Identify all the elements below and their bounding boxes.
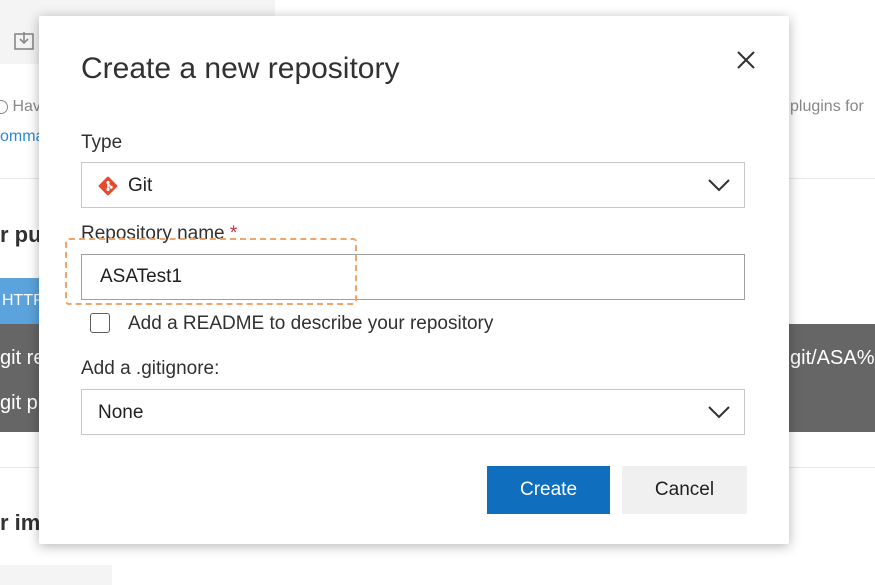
repository-name-label: Repository name *: [81, 223, 237, 245]
info-icon: [0, 99, 8, 114]
type-selected-value: Git: [128, 175, 153, 196]
gitignore-label: Add a .gitignore:: [81, 358, 220, 379]
background-heading-import: r im: [0, 510, 41, 535]
repository-name-input[interactable]: [81, 254, 745, 300]
chevron-down-icon: [708, 179, 730, 192]
required-marker: *: [229, 223, 238, 244]
close-button[interactable]: [732, 46, 760, 74]
close-icon: [737, 51, 755, 69]
readme-checkbox-label[interactable]: Add a README to describe your repository: [128, 313, 493, 335]
download-icon: [14, 32, 34, 50]
create-repository-dialog: Create a new repository Type Git Reposit…: [39, 16, 789, 544]
git-icon: [98, 176, 118, 196]
code-line: git/ASA%: [790, 347, 875, 369]
background-info-text: Hav: [0, 98, 41, 116]
create-button[interactable]: Create: [487, 466, 610, 514]
code-line: git re: [0, 347, 45, 369]
type-select[interactable]: Git: [81, 162, 745, 208]
chevron-down-icon: [708, 406, 730, 419]
readme-checkbox[interactable]: [90, 313, 110, 333]
background-bottom-box: [0, 565, 112, 585]
https-tab[interactable]: HTTP: [0, 278, 44, 324]
cancel-button[interactable]: Cancel: [622, 466, 747, 514]
type-label: Type: [81, 132, 123, 153]
repository-name-label-text: Repository name: [81, 223, 225, 244]
gitignore-selected-value: None: [98, 402, 144, 423]
dialog-title: Create a new repository: [81, 52, 400, 85]
gitignore-select[interactable]: None: [81, 389, 745, 435]
background-link[interactable]: omma: [0, 128, 44, 146]
background-plugins-text: plugins for: [790, 98, 864, 115]
background-heading-push: r pu: [0, 222, 42, 247]
